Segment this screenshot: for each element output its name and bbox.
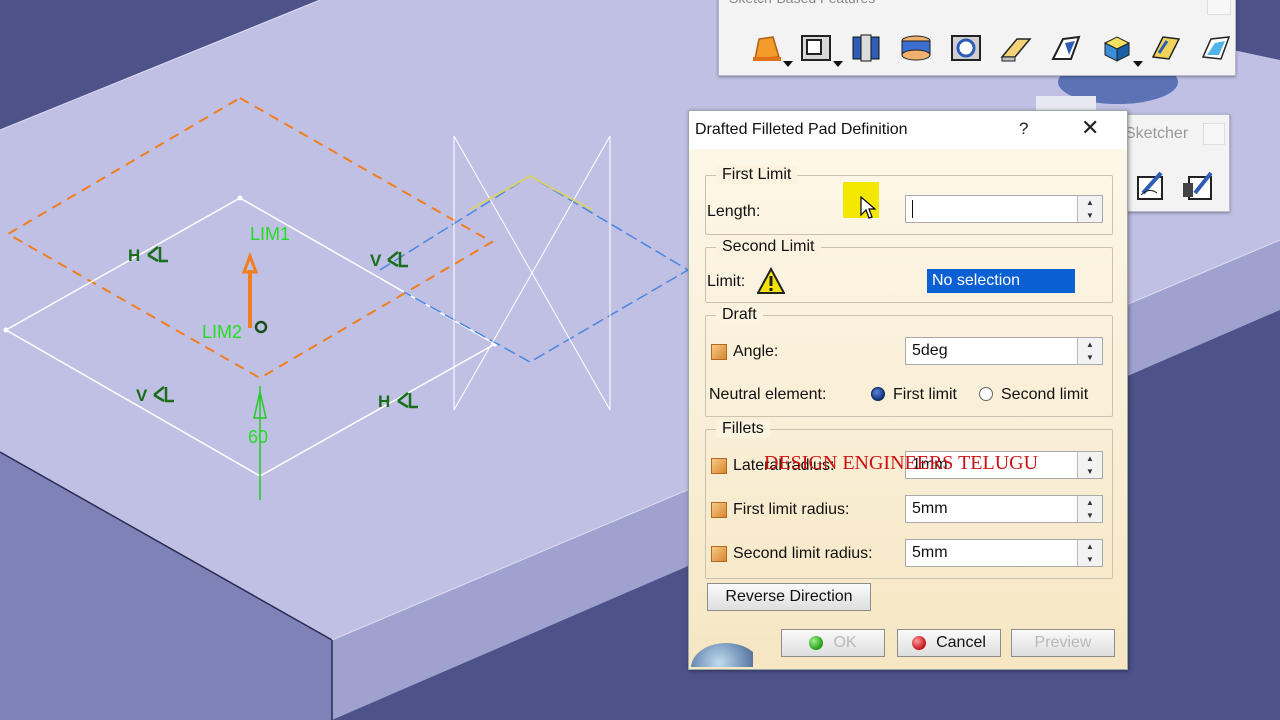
spin-up-button[interactable]: ▲	[1078, 338, 1102, 352]
dimension-60[interactable]: 60	[248, 427, 268, 447]
second-limit-radius-checkbox[interactable]	[711, 546, 727, 562]
groove-button[interactable]	[895, 31, 937, 65]
length-input[interactable]: ▲ ▼	[905, 195, 1103, 223]
positioned-sketch-icon	[1183, 171, 1213, 200]
group-legend: Fillets	[716, 420, 770, 438]
second-limit-radius-label: Second limit radius:	[733, 545, 873, 562]
slot-button[interactable]	[1045, 31, 1087, 65]
limit-label: Limit:	[707, 273, 746, 290]
constraint-vertical-1[interactable]: V	[370, 251, 382, 270]
spin-down-button[interactable]: ▼	[1078, 509, 1102, 522]
positioned-sketch-button[interactable]	[1181, 169, 1215, 206]
limit-selection-field[interactable]: No selection	[927, 269, 1075, 293]
hole-button[interactable]	[945, 31, 987, 65]
neutral-element-label: Neutral element:	[709, 386, 827, 403]
solid-combine-icon	[1103, 36, 1131, 62]
warning-icon	[757, 267, 785, 294]
sketch-icon	[1137, 171, 1163, 200]
help-button[interactable]: ?	[1019, 119, 1028, 139]
spin-down-button[interactable]: ▼	[1078, 465, 1102, 478]
second-limit-option-label[interactable]: Second limit	[1001, 386, 1088, 404]
rib-icon	[1000, 38, 1032, 62]
pocket-button[interactable]	[795, 31, 843, 67]
group-legend: Second Limit	[716, 238, 821, 256]
toolbar-title: Sketcher	[1125, 125, 1189, 142]
pocket-icon	[801, 35, 831, 61]
spin-up-button[interactable]: ▲	[1078, 496, 1102, 510]
toolbar-close-button[interactable]	[1203, 123, 1225, 145]
lim2-label: LIM2	[202, 322, 242, 342]
multi-sections-solid-button[interactable]	[1145, 31, 1187, 65]
cancel-button[interactable]: Cancel	[897, 629, 1001, 657]
sketch-based-features-toolbar[interactable]: Sketch-Based Features	[718, 0, 1236, 76]
constraint-horizontal-2[interactable]: H	[378, 392, 390, 411]
shaft-icon	[852, 34, 880, 62]
first-limit-option-label[interactable]: First limit	[893, 386, 957, 404]
angle-checkbox[interactable]	[711, 344, 727, 360]
input-value: 5deg	[912, 342, 948, 359]
reverse-direction-button[interactable]: Reverse Direction	[707, 583, 871, 611]
shaft-button[interactable]	[845, 31, 887, 65]
catia-globe-logo	[689, 617, 753, 667]
ok-icon	[809, 636, 824, 650]
angle-input[interactable]: 5deg ▲ ▼	[905, 337, 1103, 365]
cancel-icon	[912, 636, 927, 650]
angle-label: Angle:	[733, 343, 779, 360]
removed-multi-sections-button[interactable]	[1195, 31, 1237, 65]
button-label: OK	[833, 634, 857, 651]
constraint-vertical-2[interactable]: V	[136, 386, 148, 405]
spin-down-button[interactable]: ▼	[1078, 553, 1102, 566]
pad-icon	[753, 36, 781, 61]
input-value: 5mm	[912, 544, 948, 561]
limit-selection-value: No selection	[932, 272, 1021, 289]
mouse-cursor-icon	[860, 196, 876, 219]
first-limit-radio[interactable]	[871, 387, 885, 401]
multi-sections-solid-icon	[1151, 36, 1181, 60]
input-value: 5mm	[912, 500, 948, 517]
sketch-button[interactable]	[1135, 169, 1169, 206]
spin-up-button[interactable]: ▲	[1078, 452, 1102, 466]
pad-button[interactable]	[745, 31, 793, 67]
slot-icon	[1051, 35, 1081, 60]
hole-icon	[951, 35, 981, 61]
spin-up-button[interactable]: ▲	[1078, 196, 1102, 210]
lateral-radius-checkbox[interactable]	[711, 458, 727, 474]
ok-button[interactable]: OK	[781, 629, 885, 657]
lim1-label: LIM1	[250, 224, 290, 244]
solid-combine-button[interactable]	[1095, 31, 1143, 67]
preview-button[interactable]: Preview	[1011, 629, 1115, 657]
group-legend: Draft	[716, 306, 763, 324]
second-limit-radius-input[interactable]: 5mm ▲ ▼	[905, 539, 1103, 567]
dialog-title: Drafted Filleted Pad Definition	[695, 121, 908, 138]
first-limit-radius-input[interactable]: 5mm ▲ ▼	[905, 495, 1103, 523]
groove-icon	[901, 35, 931, 61]
first-limit-radius-label: First limit radius:	[733, 501, 850, 518]
length-label: Length:	[707, 203, 761, 220]
spin-up-button[interactable]: ▲	[1078, 540, 1102, 554]
spin-down-button[interactable]: ▼	[1078, 351, 1102, 364]
constraint-horizontal-1[interactable]: H	[128, 246, 140, 265]
drafted-filleted-pad-dialog[interactable]: Drafted Filleted Pad Definition ? ✕ Firs…	[688, 110, 1128, 670]
rib-button[interactable]	[995, 31, 1037, 65]
watermark-text: DESIGN ENGINEERS TELUGU	[764, 452, 1039, 474]
first-limit-radius-checkbox[interactable]	[711, 502, 727, 518]
button-label: Reverse Direction	[725, 588, 853, 605]
toolbar-close-button[interactable]	[1207, 0, 1231, 15]
sketcher-toolbar[interactable]: Sketcher	[1124, 114, 1230, 212]
text-caret	[912, 200, 913, 218]
close-button[interactable]: ✕	[1081, 117, 1099, 139]
spin-down-button[interactable]: ▼	[1078, 209, 1102, 222]
button-label: Preview	[1034, 634, 1092, 651]
dialog-titlebar[interactable]: Drafted Filleted Pad Definition ? ✕	[689, 111, 1127, 149]
button-label: Cancel	[936, 634, 986, 651]
toolbar-title: Sketch-Based Features	[729, 0, 875, 9]
second-limit-radio[interactable]	[979, 387, 993, 401]
removed-multi-sections-icon	[1201, 36, 1231, 60]
group-legend: First Limit	[716, 166, 798, 184]
